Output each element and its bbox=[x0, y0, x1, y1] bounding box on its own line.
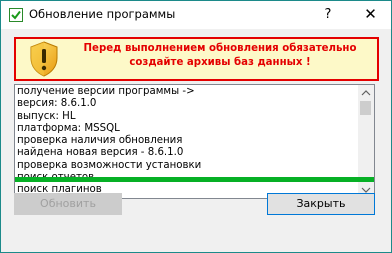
log-line: получение версии программы -> bbox=[17, 86, 195, 97]
close-window-button[interactable]: ✕ bbox=[350, 1, 391, 29]
title-bar: Обновление программы ? ✕ bbox=[1, 1, 391, 29]
log-line: версия: 8.6.1.0 bbox=[17, 98, 97, 110]
warning-text: Перед выполнением обновления обязательно… bbox=[68, 42, 372, 70]
log-line: найдена новая версия - 8.6.1.0 bbox=[17, 147, 184, 159]
update-button[interactable]: Обновить bbox=[14, 193, 122, 215]
help-button[interactable]: ? bbox=[306, 1, 350, 29]
log-line: выпуск: HL bbox=[17, 110, 76, 122]
app-icon bbox=[9, 7, 23, 22]
warning-banner: Перед выполнением обновления обязательно… bbox=[14, 37, 379, 81]
update-progress-bar bbox=[15, 177, 374, 182]
warning-line-2: создайте архивы баз данных ! bbox=[129, 57, 311, 68]
scroll-up-icon[interactable] bbox=[358, 85, 374, 101]
scroll-thumb[interactable] bbox=[360, 101, 371, 115]
log-line: проверка возможности установки bbox=[17, 159, 202, 171]
window-title: Обновление программы bbox=[29, 7, 176, 21]
progress-fill bbox=[15, 177, 374, 182]
update-dialog: Обновление программы ? ✕ Перед выполнени… bbox=[0, 0, 392, 253]
close-button[interactable]: Закрыть bbox=[267, 193, 375, 215]
warning-line-1: Перед выполнением обновления обязательно bbox=[83, 43, 357, 54]
log-line: проверка наличия обновления bbox=[17, 135, 183, 147]
log-line: платформа: MSSQL bbox=[17, 122, 120, 134]
shield-warning-icon bbox=[29, 41, 59, 77]
